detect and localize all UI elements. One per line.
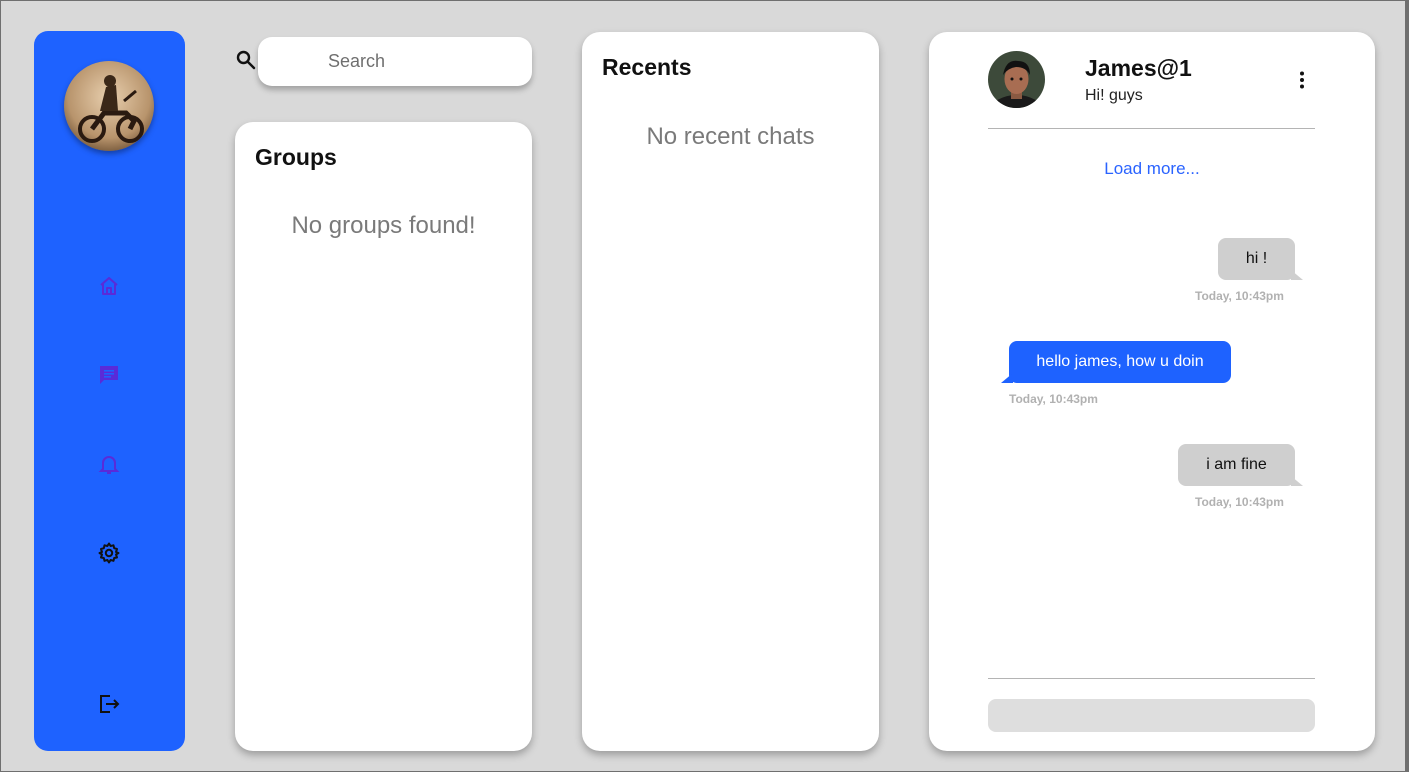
- message-timestamp: Today, 10:43pm: [1195, 289, 1284, 303]
- home-icon[interactable]: [97, 274, 121, 298]
- contact-avatar[interactable]: [988, 51, 1045, 108]
- search-input[interactable]: [258, 37, 532, 86]
- recents-title: Recents: [602, 54, 692, 80]
- message-timestamp: Today, 10:43pm: [1009, 392, 1098, 406]
- groups-panel: Groups No groups found!: [235, 122, 532, 751]
- message-input[interactable]: [988, 699, 1315, 732]
- user-avatar[interactable]: [64, 61, 154, 151]
- sidebar: [34, 31, 185, 751]
- message-bubble-outgoing[interactable]: hi !: [1218, 238, 1295, 280]
- bubble-tail: [1291, 476, 1303, 486]
- bell-icon[interactable]: [97, 452, 121, 476]
- chat-icon[interactable]: [97, 363, 121, 387]
- recents-empty-message: No recent chats: [646, 123, 815, 150]
- bubble-tail: [1291, 270, 1303, 280]
- groups-title: Groups: [255, 144, 337, 170]
- more-options-icon[interactable]: [1292, 70, 1312, 90]
- bubble-tail: [1001, 373, 1013, 383]
- load-more-link[interactable]: Load more...: [929, 159, 1375, 179]
- gear-icon[interactable]: [97, 541, 121, 565]
- logout-icon[interactable]: [97, 692, 121, 716]
- header-divider: [988, 128, 1315, 129]
- groups-empty-message: No groups found!: [291, 212, 476, 239]
- recents-panel: Recents No recent chats: [582, 32, 879, 751]
- message-bubble-incoming[interactable]: hello james, how u doin: [1009, 341, 1231, 383]
- message-bubble-outgoing[interactable]: i am fine: [1178, 444, 1295, 486]
- composer-divider: [988, 678, 1315, 679]
- contact-status: Hi! guys: [1085, 87, 1143, 104]
- contact-name: James@1: [1085, 55, 1192, 81]
- message-timestamp: Today, 10:43pm: [1195, 495, 1284, 509]
- search-icon: [235, 49, 257, 71]
- chat-panel: James@1 Hi! guys Load more... hi ! Today…: [929, 32, 1375, 751]
